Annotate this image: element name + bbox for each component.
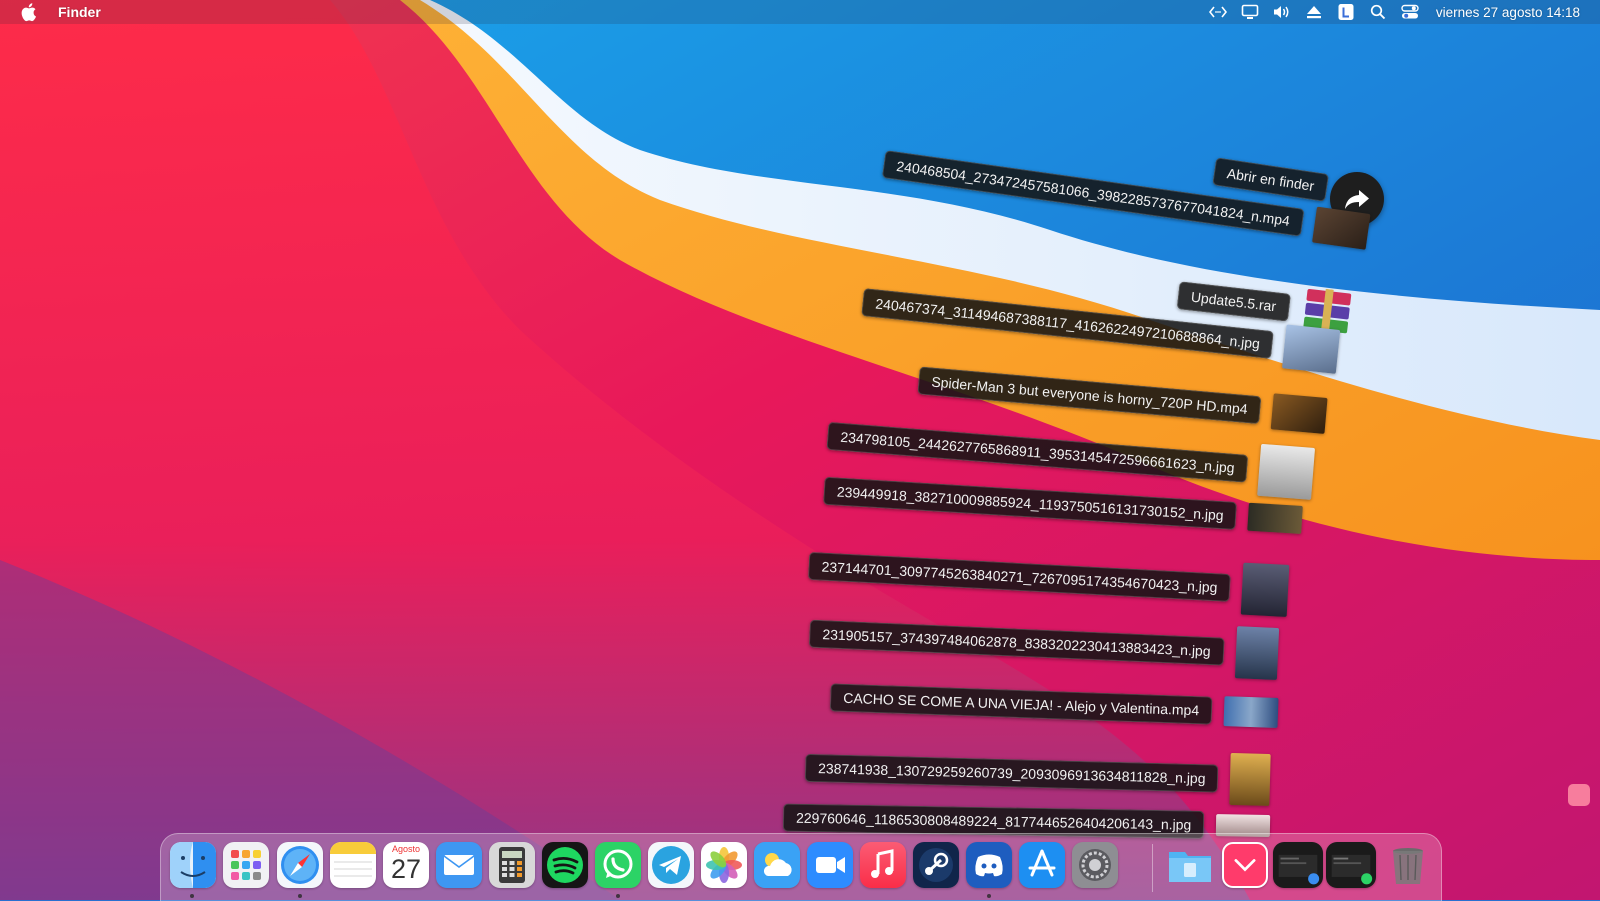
side-handle[interactable] [1568,784,1590,806]
telegram-icon[interactable] [648,842,694,888]
image-thumbnail [1234,626,1280,680]
trash-icon[interactable] [1385,842,1431,888]
notes-icon[interactable] [330,842,376,888]
running-indicator [616,894,620,898]
running-indicator [190,894,194,898]
running-indicator [987,894,991,898]
control-center-icon[interactable] [1394,0,1426,24]
display-icon[interactable] [1234,0,1266,24]
stack-chevron-icon[interactable] [1222,842,1268,888]
app-store-icon[interactable] [1019,842,1065,888]
minimized-window-1[interactable] [1273,842,1323,888]
calendar-icon[interactable]: Agosto 27 [383,842,429,888]
minimized-window-2[interactable] [1326,842,1376,888]
eject-icon[interactable] [1298,0,1330,24]
input-source-icon[interactable] [1330,0,1362,24]
desktop-wallpaper [0,0,1600,900]
safari-icon[interactable] [277,842,323,888]
finder-icon[interactable] [170,842,216,888]
whatsapp-icon[interactable] [595,842,641,888]
running-indicator [298,894,302,898]
file-name-label: 231905157_374397484062878_83832022304138… [809,619,1225,666]
active-app-name[interactable]: Finder [58,4,101,20]
apple-menu-icon[interactable] [20,2,38,22]
share-arrow-icon [1345,190,1369,209]
file-name-label: 238741938_130729259260739_20930969136348… [804,753,1219,793]
calendar-day: 27 [390,854,422,884]
discord-icon[interactable] [966,842,1012,888]
zoom-icon[interactable] [807,842,853,888]
downloads-folder-icon[interactable] [1167,842,1213,888]
weather-icon[interactable] [754,842,800,888]
image-thumbnail [1281,324,1341,374]
video-thumbnail [1270,393,1328,434]
image-thumbnail [1247,502,1303,534]
video-thumbnail [1312,206,1371,250]
calendar-month: Agosto [391,844,421,854]
launchpad-icon[interactable] [223,842,269,888]
music-icon[interactable] [860,842,906,888]
image-thumbnail [1257,443,1316,500]
video-thumbnail [1223,696,1279,728]
mail-icon[interactable] [436,842,482,888]
system-preferences-icon[interactable] [1072,842,1118,888]
calculator-icon[interactable] [489,842,535,888]
spotlight-icon[interactable] [1362,0,1394,24]
image-thumbnail [1240,562,1290,617]
photos-icon[interactable] [701,842,747,888]
image-thumbnail [1229,752,1271,806]
file-name-label: 237144701_3097745263840271_7267095174354… [807,551,1231,602]
steam-icon[interactable] [913,842,959,888]
dock-divider [1152,844,1153,892]
volume-icon[interactable] [1266,0,1298,24]
spotify-icon[interactable] [542,842,588,888]
code-icon[interactable] [1202,0,1234,24]
menu-bar: Finder viernes 27 agosto 14:18 [0,0,1600,24]
menu-bar-clock[interactable]: viernes 27 agosto 14:18 [1436,5,1580,20]
